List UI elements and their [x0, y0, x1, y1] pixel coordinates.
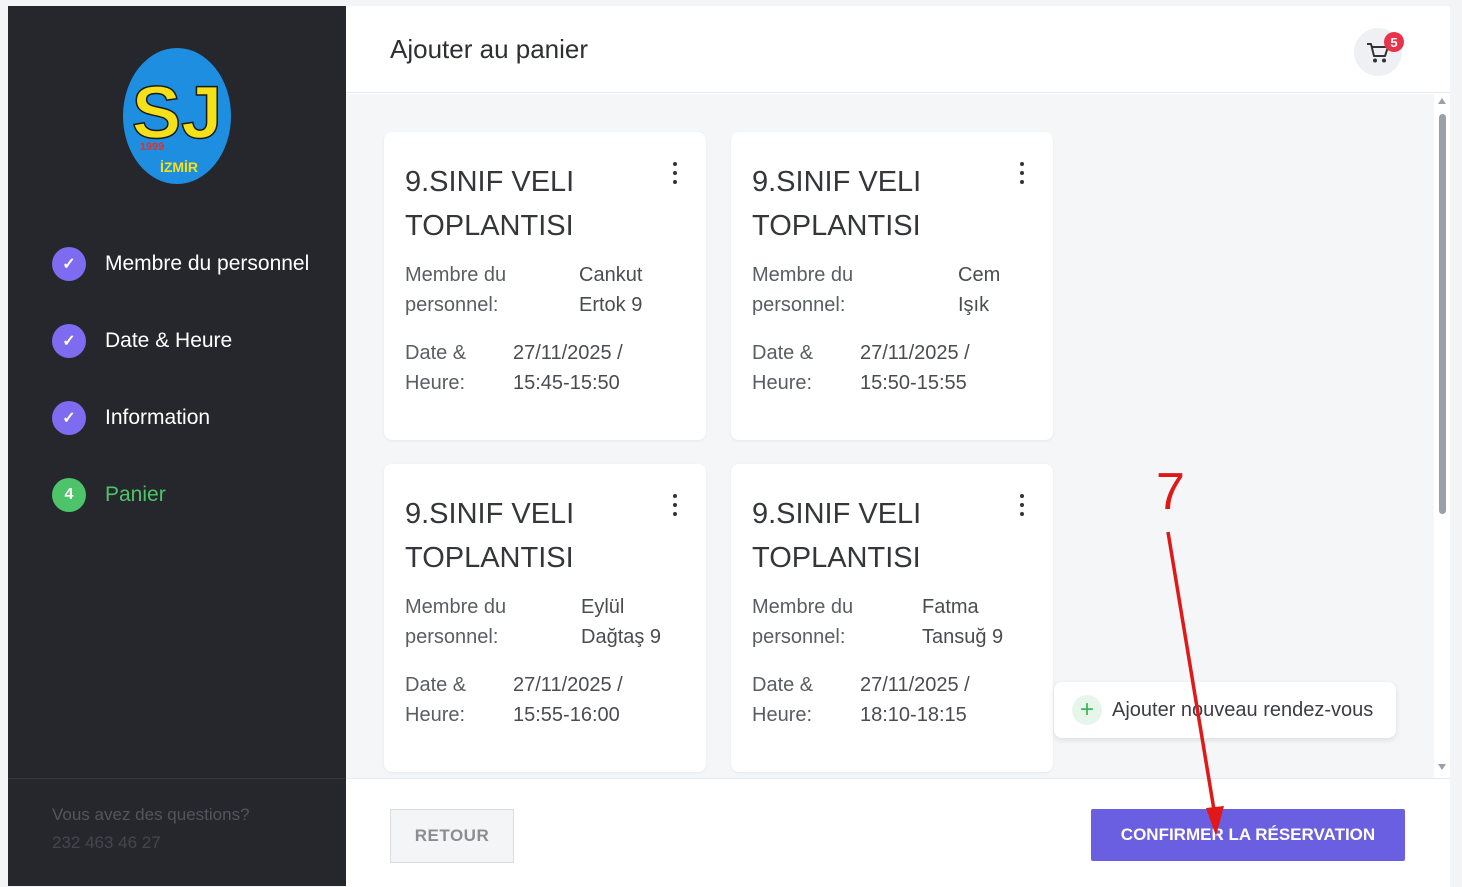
date-value: 27/11/2025 / 18:10-18:15 — [860, 674, 970, 726]
svg-text:İZMİR: İZMİR — [160, 159, 198, 175]
school-logo: SJ 1999 İZMİR — [123, 48, 231, 184]
step-label: Information — [105, 406, 211, 429]
check-icon: ✓ — [52, 247, 86, 281]
back-button[interactable]: RETOUR — [390, 809, 514, 863]
step-date-time[interactable]: ✓ Date & Heure — [52, 323, 309, 359]
staff-value: Cem Işık — [958, 264, 1001, 316]
date-row: Date & Heure: 27/11/2025 / 15:45-15:50 — [405, 338, 695, 398]
card-title: 9.SINIF VELI TOPLANTISI — [752, 166, 922, 242]
card-title: 9.SINIF VELI TOPLANTISI — [752, 498, 922, 574]
date-label: Date & Heure: — [405, 342, 467, 394]
sidebar-footer: Vous avez des questions? 232 463 46 27 — [8, 778, 346, 887]
date-row: Date & Heure: 27/11/2025 / 18:10-18:15 — [752, 670, 1042, 730]
scroll-up-arrow-icon[interactable] — [1438, 98, 1446, 104]
scroll-down-arrow-icon[interactable] — [1438, 764, 1446, 770]
step-label: Membre du personnel — [105, 252, 310, 275]
staff-label: Membre du personnel: — [752, 596, 854, 648]
svg-text:1999: 1999 — [140, 141, 164, 153]
questions-text: Vous avez des questions? — [52, 805, 250, 824]
step-staff[interactable]: ✓ Membre du personnel — [52, 246, 309, 282]
step-number: 4 — [52, 478, 86, 512]
date-label: Date & Heure: — [752, 342, 814, 394]
header: Ajouter au panier 5 — [346, 6, 1450, 93]
cart-content: 9.SINIF VELI TOPLANTISI Membre du person… — [346, 94, 1450, 778]
card-title: 9.SINIF VELI TOPLANTISI — [405, 498, 575, 574]
date-value: 27/11/2025 / 15:55-16:00 — [513, 674, 623, 726]
appointment-card: 9.SINIF VELI TOPLANTISI Membre du person… — [731, 464, 1053, 772]
appointment-card: 9.SINIF VELI TOPLANTISI Membre du person… — [384, 132, 706, 440]
staff-value: Eylül Dağtaş 9 — [581, 596, 662, 648]
staff-label: Membre du personnel: — [405, 264, 507, 316]
staff-row: Membre du personnel: Fatma Tansuğ 9 — [752, 592, 1042, 652]
cart-count-badge: 5 — [1384, 32, 1404, 52]
add-appointment-label: Ajouter nouveau rendez-vous — [1112, 698, 1374, 721]
step-cart[interactable]: 4 Panier — [52, 477, 309, 513]
scroll-thumb[interactable] — [1439, 114, 1446, 514]
main-panel: Ajouter au panier 5 9.SINIF VELI TOPLANT… — [346, 6, 1450, 887]
more-options-icon[interactable] — [670, 162, 680, 188]
steps-list: ✓ Membre du personnel ✓ Date & Heure ✓ I… — [52, 246, 309, 554]
staff-row: Membre du personnel: Cankut Ertok 9 — [405, 260, 695, 320]
more-options-icon[interactable] — [670, 494, 680, 520]
confirm-reservation-button[interactable]: CONFIRMER LA RÉSERVATION — [1091, 809, 1405, 861]
more-options-icon[interactable] — [1017, 494, 1027, 520]
staff-row: Membre du personnel: Cem Işık — [752, 260, 1042, 320]
date-row: Date & Heure: 27/11/2025 / 15:50-15:55 — [752, 338, 1042, 398]
staff-label: Membre du personnel: — [752, 264, 854, 316]
cart-button[interactable]: 5 — [1354, 28, 1404, 76]
sidebar: SJ 1999 İZMİR ✓ Membre du personnel ✓ Da… — [8, 6, 346, 886]
phone-number[interactable]: 232 463 46 27 — [52, 833, 161, 853]
card-title: 9.SINIF VELI TOPLANTISI — [405, 166, 575, 242]
check-icon: ✓ — [52, 401, 86, 435]
date-label: Date & Heure: — [405, 674, 467, 726]
annotation-number: 7 — [1156, 463, 1185, 521]
step-label: Panier — [105, 483, 166, 506]
add-appointment-button[interactable]: + Ajouter nouveau rendez-vous — [1054, 682, 1396, 738]
date-row: Date & Heure: 27/11/2025 / 15:55-16:00 — [405, 670, 695, 730]
date-label: Date & Heure: — [752, 674, 814, 726]
date-value: 27/11/2025 / 15:50-15:55 — [860, 342, 970, 394]
staff-row: Membre du personnel: Eylül Dağtaş 9 — [405, 592, 695, 652]
footer-actions: RETOUR CONFIRMER LA RÉSERVATION — [346, 778, 1450, 887]
plus-icon: + — [1072, 695, 1102, 725]
staff-label: Membre du personnel: — [405, 596, 507, 648]
step-information[interactable]: ✓ Information — [52, 400, 309, 436]
step-label: Date & Heure — [105, 329, 233, 352]
page-title: Ajouter au panier — [390, 34, 589, 64]
staff-value: Cankut Ertok 9 — [579, 264, 643, 316]
vertical-scrollbar[interactable] — [1434, 94, 1450, 778]
appointment-card: 9.SINIF VELI TOPLANTISI Membre du person… — [384, 464, 706, 772]
date-value: 27/11/2025 / 15:45-15:50 — [513, 342, 623, 394]
check-icon: ✓ — [52, 324, 86, 358]
appointment-card: 9.SINIF VELI TOPLANTISI Membre du person… — [731, 132, 1053, 440]
staff-value: Fatma Tansuğ 9 — [922, 596, 1004, 648]
more-options-icon[interactable] — [1017, 162, 1027, 188]
